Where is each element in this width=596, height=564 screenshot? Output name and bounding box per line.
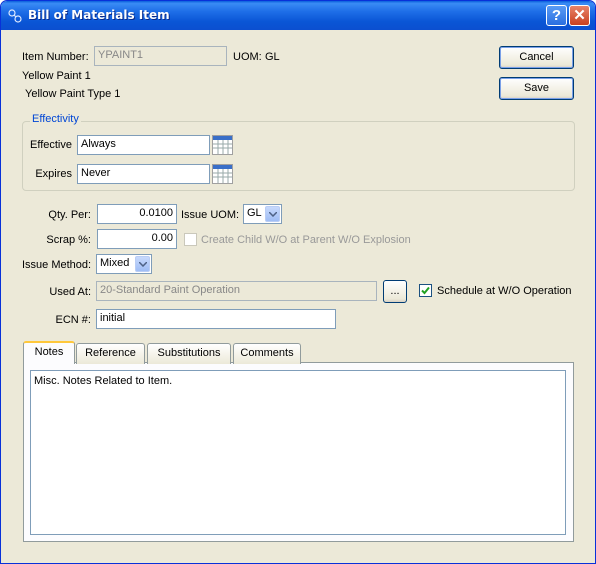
issue-uom-value: GL xyxy=(247,207,262,219)
item-number-label: Item Number: xyxy=(22,51,89,63)
effective-label: Effective xyxy=(30,139,72,151)
expires-label: Expires xyxy=(35,168,72,180)
issue-uom-label: Issue UOM: xyxy=(181,209,240,221)
uom-label: UOM: xyxy=(233,51,262,63)
ecn-label: ECN #: xyxy=(55,314,91,326)
ecn-field[interactable]: initial xyxy=(96,309,336,329)
close-button[interactable]: ✕ xyxy=(569,5,590,26)
cancel-button[interactable]: Cancel xyxy=(499,46,574,69)
used-at-lookup-button[interactable]: ... xyxy=(383,280,407,303)
create-child-checkbox[interactable] xyxy=(184,233,197,246)
effective-date-field[interactable]: Always xyxy=(77,135,210,155)
item-description-1: Yellow Paint 1 xyxy=(22,70,91,82)
chevron-down-icon[interactable] xyxy=(265,206,280,222)
item-number-field[interactable]: YPAINT1 xyxy=(94,46,227,66)
qty-per-label: Qty. Per: xyxy=(48,209,91,221)
tab-comments[interactable]: Comments xyxy=(233,343,301,364)
notes-text: Misc. Notes Related to Item. xyxy=(34,375,173,387)
tab-notes[interactable]: Notes xyxy=(23,341,75,364)
scrap-percent-field[interactable]: 0.00 xyxy=(97,229,177,249)
scrap-label: Scrap %: xyxy=(46,234,91,246)
schedule-at-wo-operation-label: Schedule at W/O Operation xyxy=(437,285,572,297)
uom-value: GL xyxy=(265,51,280,63)
dialog-window: Bill of Materials Item ? ✕ Item Number: … xyxy=(0,0,596,564)
issue-uom-select[interactable]: GL xyxy=(243,204,282,224)
item-description-2: Yellow Paint Type 1 xyxy=(25,88,121,100)
expires-calendar-icon[interactable] xyxy=(212,164,233,184)
issue-method-label: Issue Method: xyxy=(22,259,92,271)
qty-per-field[interactable]: 0.0100 xyxy=(97,204,177,224)
issue-method-select[interactable]: Mixed xyxy=(96,254,152,274)
used-at-field[interactable]: 20-Standard Paint Operation xyxy=(96,281,377,301)
app-icon xyxy=(8,9,22,23)
title-bar[interactable]: Bill of Materials Item ? ✕ xyxy=(1,1,595,30)
schedule-at-wo-operation-checkbox[interactable] xyxy=(419,284,432,297)
create-child-label: Create Child W/O at Parent W/O Explosion xyxy=(201,234,411,246)
expires-date-field[interactable]: Never xyxy=(77,164,210,184)
save-button[interactable]: Save xyxy=(499,77,574,100)
effectivity-title: Effectivity xyxy=(30,113,81,125)
notes-textarea[interactable]: Misc. Notes Related to Item. xyxy=(30,370,566,535)
check-icon xyxy=(421,286,430,295)
effective-calendar-icon[interactable] xyxy=(212,135,233,155)
tab-panel: Misc. Notes Related to Item. xyxy=(23,362,574,542)
tab-reference[interactable]: Reference xyxy=(76,343,145,364)
used-at-label: Used At: xyxy=(49,286,91,298)
tab-substitutions[interactable]: Substitutions xyxy=(147,343,231,364)
chevron-down-icon[interactable] xyxy=(135,256,150,272)
help-button[interactable]: ? xyxy=(546,5,567,26)
help-icon: ? xyxy=(551,7,562,24)
issue-method-value: Mixed xyxy=(100,257,130,269)
close-icon: ✕ xyxy=(573,7,586,24)
window-title: Bill of Materials Item xyxy=(28,8,170,22)
dialog-content: Item Number: YPAINT1 UOM: GL Yellow Pain… xyxy=(1,30,595,563)
